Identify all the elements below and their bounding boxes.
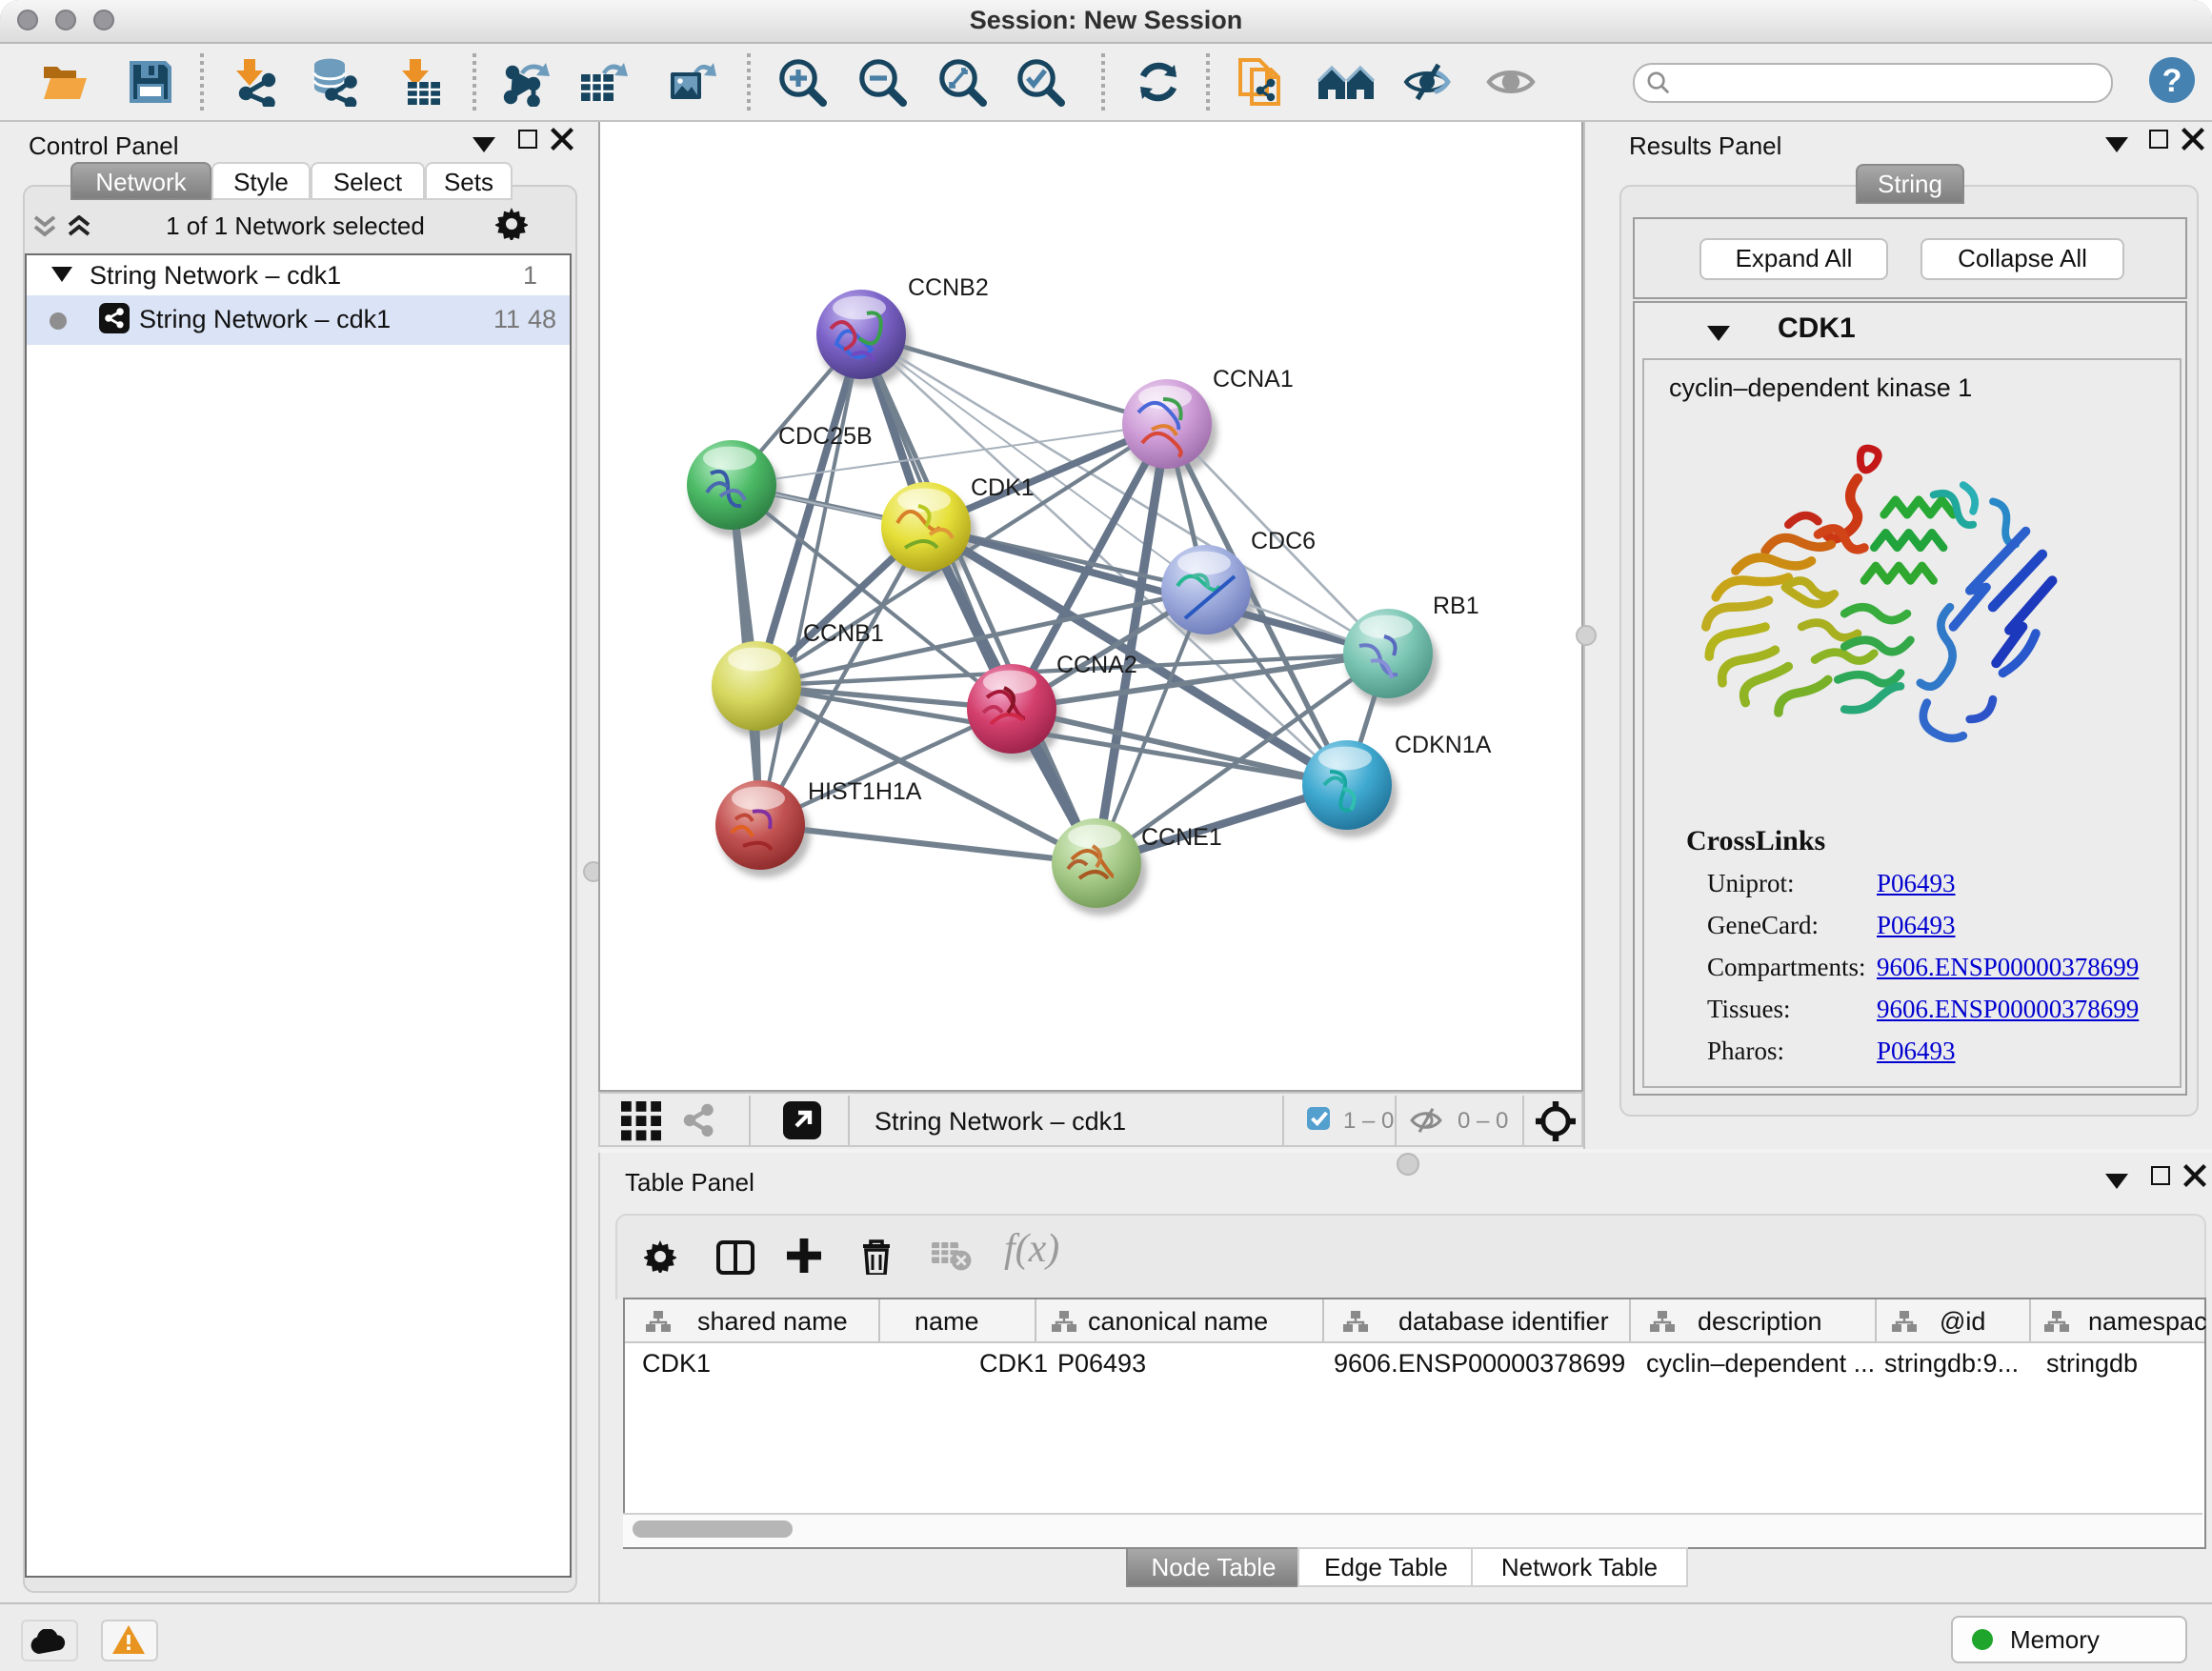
svg-text:CDK1: CDK1 (971, 474, 1035, 501)
svg-text:CDC6: CDC6 (1251, 528, 1316, 554)
svg-text:CCNB2: CCNB2 (908, 274, 989, 301)
svg-text:CDC25B: CDC25B (778, 423, 873, 450)
svg-text:CCNB1: CCNB1 (803, 620, 884, 647)
svg-text:CDKN1A: CDKN1A (1395, 732, 1492, 758)
svg-text:RB1: RB1 (1433, 593, 1479, 619)
svg-text:CCNE1: CCNE1 (1141, 824, 1222, 851)
svg-text:CCNA1: CCNA1 (1213, 366, 1294, 393)
svg-text:HIST1H1A: HIST1H1A (808, 778, 922, 805)
svg-text:CCNA2: CCNA2 (1056, 652, 1137, 678)
svg-text:?: ? (2162, 62, 2182, 98)
